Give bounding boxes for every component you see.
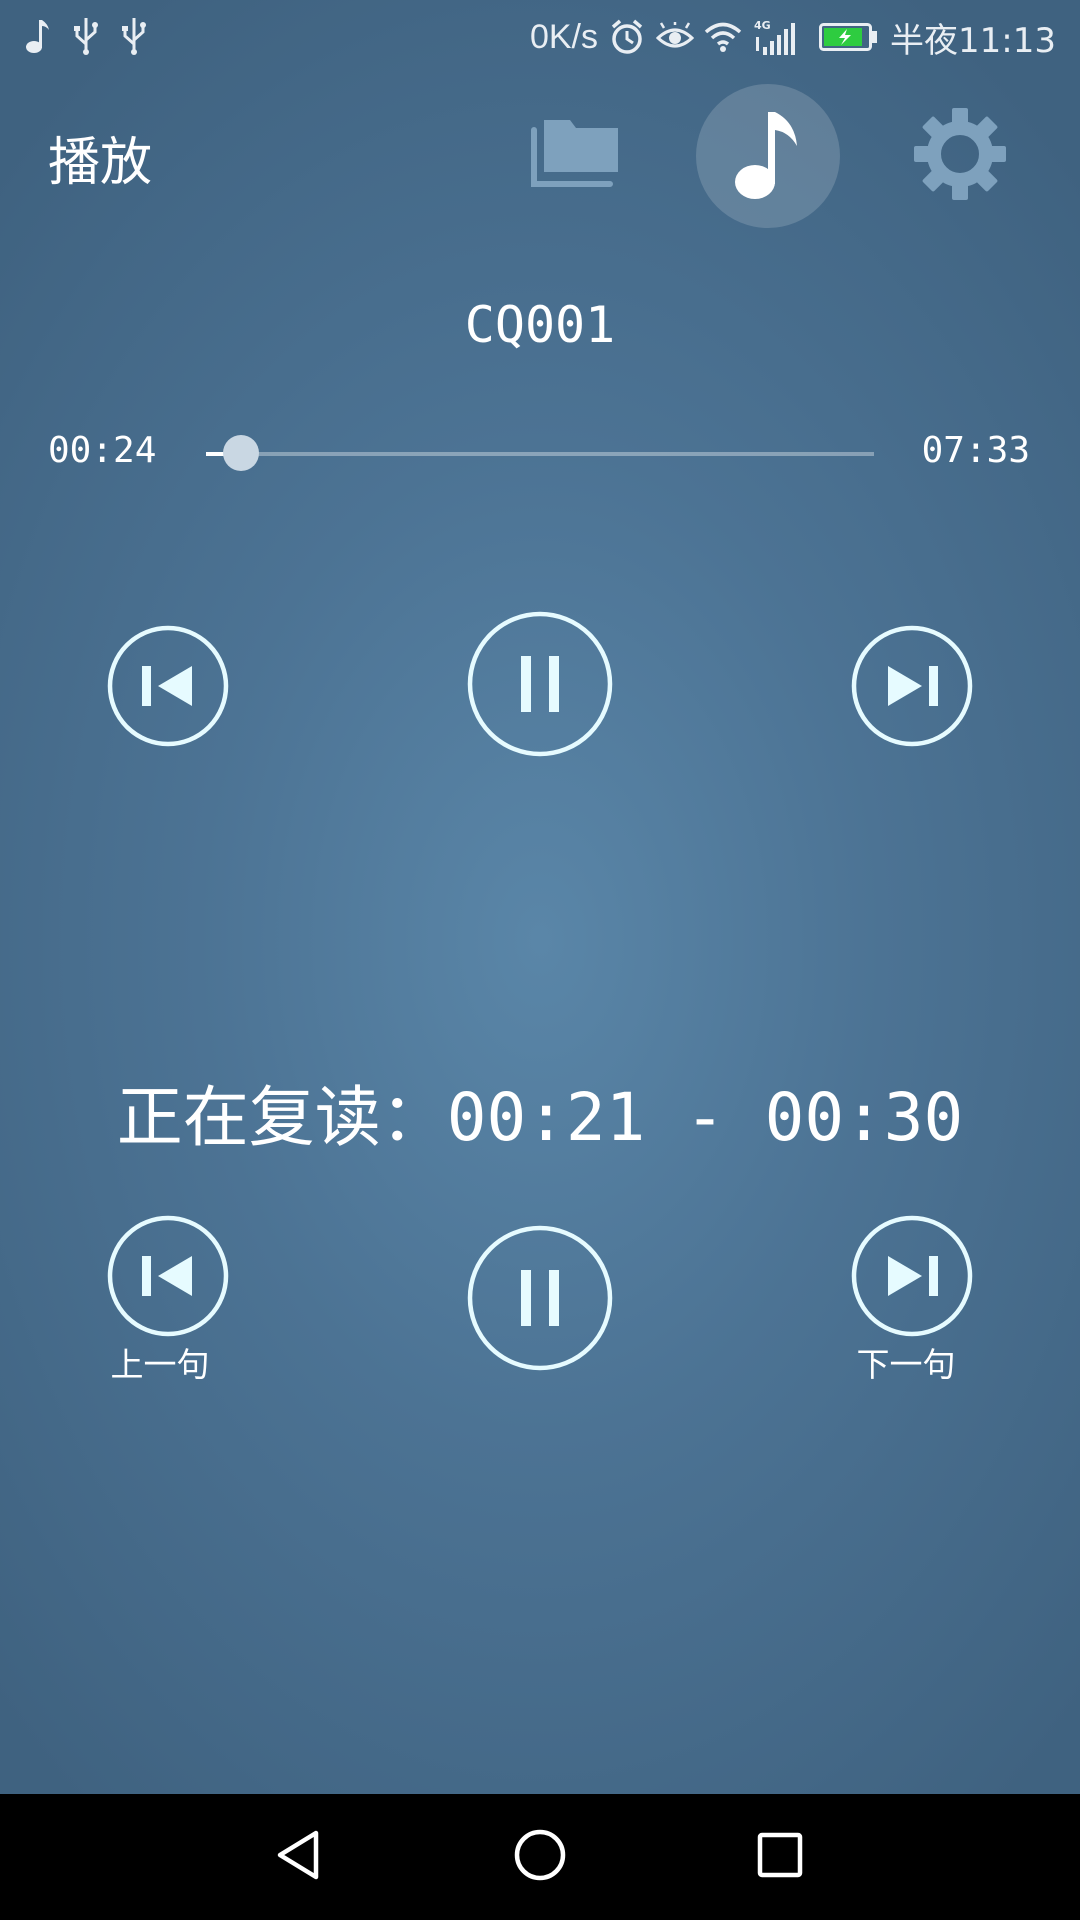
- tab-player[interactable]: [696, 84, 840, 228]
- pause-icon: [466, 1224, 614, 1372]
- tab-files[interactable]: [530, 112, 622, 196]
- navigation-bar: [0, 1794, 1080, 1920]
- home-icon: [510, 1825, 570, 1889]
- back-button[interactable]: [252, 1812, 348, 1902]
- settings-button[interactable]: [908, 104, 1012, 208]
- usb-icon: [118, 14, 150, 58]
- player-screen: 0K/s 4G 半夜11:13 播放 CQ001 00:24 07:33 正在复…: [0, 0, 1080, 1794]
- total-time: 07:33: [921, 430, 1030, 471]
- music-note-icon: [22, 14, 54, 58]
- current-time: 00:24: [48, 430, 157, 471]
- previous-sentence-label: 上一句: [110, 1345, 210, 1384]
- next-track-icon: [850, 624, 974, 748]
- battery-charging-icon: [818, 17, 880, 57]
- home-button[interactable]: [492, 1812, 588, 1902]
- track-title: CQ001: [464, 296, 616, 354]
- usb-icon: [70, 14, 102, 58]
- recents-button[interactable]: [732, 1812, 828, 1902]
- status-left-icons: [22, 14, 150, 58]
- pause-icon: [466, 610, 614, 758]
- status-time: 半夜11:13: [890, 20, 1056, 61]
- next-track-button[interactable]: [850, 624, 974, 748]
- seek-bar-thumb[interactable]: [223, 435, 260, 471]
- status-bar: 0K/s 4G 半夜11:13: [0, 0, 1080, 74]
- repeat-range: 00:21 - 00:30: [446, 1079, 964, 1156]
- music-note-icon: [733, 106, 803, 206]
- repeat-status: 正在复读：00:21 - 00:30: [0, 1064, 1080, 1160]
- wifi-icon: [704, 17, 742, 57]
- next-sentence-label: 下一句: [856, 1345, 956, 1384]
- next-sentence-button[interactable]: [850, 1214, 974, 1338]
- previous-sentence-icon: [106, 1214, 230, 1338]
- gear-icon: [910, 104, 1010, 208]
- recents-icon: [750, 1825, 810, 1889]
- alarm-icon: [608, 17, 646, 57]
- seek-bar[interactable]: [206, 435, 874, 471]
- signal-4g-icon: 4G: [752, 17, 808, 57]
- previous-track-icon: [106, 624, 230, 748]
- repeat-play-pause-button[interactable]: [466, 1224, 614, 1372]
- back-icon: [270, 1825, 330, 1889]
- eye-icon: [656, 17, 695, 57]
- previous-track-button[interactable]: [106, 624, 230, 748]
- net-speed: 0K/s: [529, 17, 599, 56]
- play-pause-button[interactable]: [466, 610, 614, 758]
- folder-icon: [530, 114, 622, 194]
- next-sentence-icon: [850, 1214, 974, 1338]
- svg-text:4G: 4G: [754, 19, 771, 32]
- repeat-status-label: 正在复读：: [116, 1079, 447, 1156]
- status-right-icons: 0K/s 4G 半夜11:13: [530, 12, 1056, 62]
- previous-sentence-button[interactable]: [106, 1214, 230, 1338]
- page-title: 播放: [48, 133, 153, 193]
